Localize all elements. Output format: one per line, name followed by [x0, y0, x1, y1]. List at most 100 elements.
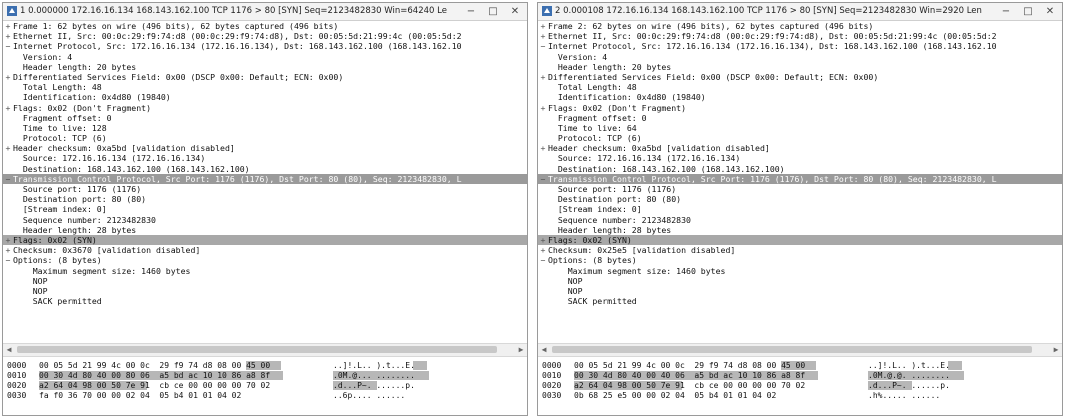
tree-row[interactable]: + Flags: 0x02 (SYN) [3, 234, 527, 246]
hex-row[interactable]: 0010 00 30 4d 80 40 00 80 06 a5 bd ac 10 … [3, 371, 527, 381]
plus-box-icon[interactable]: + [538, 21, 548, 31]
tree-row[interactable]: NOP [538, 276, 1062, 286]
scroll-left-arrow-icon[interactable]: ◀ [3, 344, 15, 356]
maximize-button[interactable]: □ [483, 4, 503, 18]
tree-row[interactable]: Total Length: 48 [538, 82, 1062, 92]
plus-box-icon[interactable]: + [3, 72, 13, 82]
plus-box-icon[interactable]: + [538, 245, 548, 255]
tree-row[interactable]: Identification: 0x4d80 (19840) [3, 92, 527, 102]
tree-row[interactable]: − Options: (8 bytes) [538, 255, 1062, 265]
tree-row[interactable]: Destination port: 80 (80) [538, 194, 1062, 204]
title-bar[interactable]: 2 0.000108 172.16.16.134 168.143.162.100… [538, 3, 1062, 21]
plus-box-icon[interactable]: + [538, 235, 548, 245]
plus-box-icon[interactable]: + [538, 143, 548, 153]
tree-row[interactable]: + Frame 1: 62 bytes on wire (496 bits), 6… [3, 21, 527, 31]
scroll-thumb[interactable] [552, 346, 1032, 353]
scroll-thumb[interactable] [17, 346, 497, 353]
minimize-button[interactable]: − [461, 4, 481, 18]
tree-row[interactable]: Destination port: 80 (80) [3, 194, 527, 204]
tree-row[interactable]: + Ethernet II, Src: 00:0c:29:f9:74:d8 (00… [538, 31, 1062, 41]
hex-row[interactable]: 0020 a2 64 04 98 00 50 7e 91 cb ce 00 00 … [538, 381, 1062, 391]
plus-box-icon[interactable]: + [3, 235, 13, 245]
tree-row[interactable]: + Header checksum: 0xa5bd [validation dis… [3, 143, 527, 153]
close-button[interactable]: ✕ [505, 4, 525, 18]
tree-row[interactable]: + Ethernet II, Src: 00:0c:29:f9:74:d8 (00… [3, 31, 527, 41]
plus-box-icon[interactable]: + [3, 143, 13, 153]
tree-row[interactable]: Header length: 28 bytes [538, 225, 1062, 235]
tree-row[interactable]: Destination: 168.143.162.100 (168.143.16… [538, 164, 1062, 174]
minimize-button[interactable]: − [996, 4, 1016, 18]
tree-row[interactable]: + Checksum: 0x3670 [validation disabled] [3, 245, 527, 255]
tree-row[interactable]: Sequence number: 2123482830 [3, 215, 527, 225]
tree-row[interactable]: + Differentiated Services Field: 0x00 (DS… [538, 72, 1062, 82]
hex-row[interactable]: 0020 a2 64 04 98 00 50 7e 91 cb ce 00 00 … [3, 381, 527, 391]
tree-row[interactable]: Time to live: 64 [538, 123, 1062, 133]
packet-bytes-pane[interactable]: 0000 00 05 5d 21 99 4c 00 0c 29 f9 74 d8 … [3, 361, 527, 415]
tree-row[interactable]: Protocol: TCP (6) [3, 133, 527, 143]
tree-row[interactable]: − Options: (8 bytes) [3, 255, 527, 265]
packet-bytes-pane[interactable]: 0000 00 05 5d 21 99 4c 00 0c 29 f9 74 d8 … [538, 361, 1062, 415]
tree-row[interactable]: + Flags: 0x02 (SYN) [538, 234, 1062, 246]
plus-box-icon[interactable]: + [3, 31, 13, 41]
tree-row[interactable]: + Flags: 0x02 (Don't Fragment) [538, 103, 1062, 113]
scroll-left-arrow-icon[interactable]: ◀ [538, 344, 550, 356]
tree-row[interactable]: Destination: 168.143.162.100 (168.143.16… [3, 164, 527, 174]
tree-row[interactable]: Version: 4 [538, 52, 1062, 62]
tree-row[interactable]: SACK permitted [538, 296, 1062, 306]
packet-details-tree[interactable]: + Frame 1: 62 bytes on wire (496 bits), 6… [3, 21, 527, 343]
tree-row[interactable]: + Checksum: 0x25e5 [validation disabled] [538, 245, 1062, 255]
tree-row[interactable]: Header length: 20 bytes [538, 62, 1062, 72]
tree-row[interactable]: + Header checksum: 0xa5bd [validation dis… [538, 143, 1062, 153]
tree-row[interactable]: Maximum segment size: 1460 bytes [3, 266, 527, 276]
tree-row[interactable]: Time to live: 128 [3, 123, 527, 133]
minus-box-icon[interactable]: − [538, 174, 548, 184]
plus-box-icon[interactable]: + [3, 245, 13, 255]
tree-row[interactable]: + Flags: 0x02 (Don't Fragment) [3, 103, 527, 113]
tree-row[interactable]: Source port: 1176 (1176) [538, 184, 1062, 194]
tree-row[interactable]: + Frame 2: 62 bytes on wire (496 bits), 6… [538, 21, 1062, 31]
tree-row[interactable]: Header length: 20 bytes [3, 62, 527, 72]
tree-row[interactable]: Header length: 28 bytes [3, 225, 527, 235]
tree-row[interactable]: − Internet Protocol, Src: 172.16.16.134 (… [538, 41, 1062, 51]
plus-box-icon[interactable]: + [3, 21, 13, 31]
tree-row[interactable]: Identification: 0x4d80 (19840) [538, 92, 1062, 102]
hex-row[interactable]: 0010 00 30 4d 80 40 00 40 06 a5 bd ac 10 … [538, 371, 1062, 381]
plus-box-icon[interactable]: + [3, 103, 13, 113]
horizontal-scrollbar[interactable]: ◀ ▶ [3, 343, 527, 357]
maximize-button[interactable]: □ [1018, 4, 1038, 18]
minus-box-icon[interactable]: − [3, 174, 13, 184]
close-button[interactable]: ✕ [1040, 4, 1060, 18]
plus-box-icon[interactable]: + [538, 103, 548, 113]
tree-row[interactable]: Maximum segment size: 1460 bytes [538, 266, 1062, 276]
minus-box-icon[interactable]: − [3, 255, 13, 265]
tree-row[interactable]: Source port: 1176 (1176) [3, 184, 527, 194]
minus-box-icon[interactable]: − [538, 41, 548, 51]
tree-row[interactable]: Source: 172.16.16.134 (172.16.16.134) [538, 153, 1062, 163]
tree-row[interactable]: − Transmission Control Protocol, Src Port… [538, 173, 1062, 184]
tree-row[interactable]: NOP [538, 286, 1062, 296]
tree-row[interactable]: NOP [3, 276, 527, 286]
tree-row[interactable]: − Transmission Control Protocol, Src Port… [3, 173, 527, 184]
minus-box-icon[interactable]: − [3, 41, 13, 51]
tree-row[interactable]: [Stream index: 0] [538, 204, 1062, 214]
tree-row[interactable]: Version: 4 [3, 52, 527, 62]
plus-box-icon[interactable]: + [538, 31, 548, 41]
tree-row[interactable]: + Differentiated Services Field: 0x00 (DS… [3, 72, 527, 82]
tree-row[interactable]: NOP [3, 286, 527, 296]
plus-box-icon[interactable]: + [538, 72, 548, 82]
tree-row[interactable]: Source: 172.16.16.134 (172.16.16.134) [3, 153, 527, 163]
tree-row[interactable]: Fragment offset: 0 [538, 113, 1062, 123]
hex-row[interactable]: 0000 00 05 5d 21 99 4c 00 0c 29 f9 74 d8 … [3, 361, 527, 371]
tree-row[interactable]: [Stream index: 0] [3, 204, 527, 214]
tree-row[interactable]: Protocol: TCP (6) [538, 133, 1062, 143]
tree-row[interactable]: Fragment offset: 0 [3, 113, 527, 123]
minus-box-icon[interactable]: − [538, 255, 548, 265]
scroll-right-arrow-icon[interactable]: ▶ [515, 344, 527, 356]
hex-row[interactable]: 0030 0b 68 25 e5 00 00 02 04 05 b4 01 01 … [538, 391, 1062, 401]
tree-row[interactable]: − Internet Protocol, Src: 172.16.16.134 (… [3, 41, 527, 51]
hex-row[interactable]: 0000 00 05 5d 21 99 4c 00 0c 29 f9 74 d8 … [538, 361, 1062, 371]
packet-details-tree[interactable]: + Frame 2: 62 bytes on wire (496 bits), 6… [538, 21, 1062, 343]
scroll-right-arrow-icon[interactable]: ▶ [1050, 344, 1062, 356]
horizontal-scrollbar[interactable]: ◀ ▶ [538, 343, 1062, 357]
tree-row[interactable]: Sequence number: 2123482830 [538, 215, 1062, 225]
